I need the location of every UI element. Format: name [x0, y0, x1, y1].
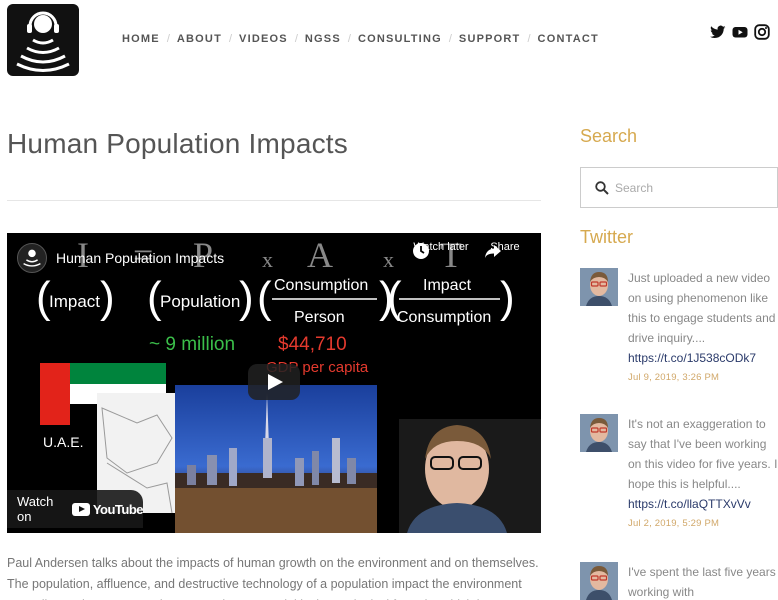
watch-on-label: Watch on — [17, 494, 54, 524]
tweet-date[interactable]: Jul 9, 2019, 3:26 PM — [628, 372, 778, 383]
nav-separator: / — [166, 33, 170, 45]
instagram-icon[interactable] — [754, 24, 770, 40]
nav-contact[interactable]: CONTACT — [538, 33, 599, 45]
tweet-link[interactable]: https://t.co/llaQTTXvVv — [628, 494, 778, 514]
nav-separator: / — [448, 33, 452, 45]
youtube-wordmark: YouTube — [92, 501, 144, 517]
eq-term-impact: Impact — [49, 292, 100, 311]
nav-separator: / — [347, 33, 351, 45]
nav-consulting[interactable]: CONSULTING — [358, 33, 442, 45]
watch-on-youtube-button[interactable]: Watch on YouTube — [7, 490, 144, 528]
tweet-body: I've spent the last five years working w… — [628, 562, 778, 600]
youtube-logo: YouTube — [71, 501, 144, 517]
channel-avatar[interactable] — [17, 243, 47, 273]
youtube-icon[interactable] — [732, 24, 748, 40]
nav-videos[interactable]: VIDEOS — [239, 33, 288, 45]
tweet-date[interactable]: Jul 2, 2019, 5:29 PM — [628, 518, 778, 529]
presenter-photo — [399, 419, 541, 533]
city-skyline-photo — [175, 385, 377, 533]
main-nav: HOME / ABOUT / VIDEOS / NGSS / CONSULTIN… — [122, 33, 599, 45]
page-title: Human Population Impacts — [7, 128, 348, 159]
eq-term-consumption-2: Consumption — [397, 309, 491, 326]
nav-support[interactable]: SUPPORT — [459, 33, 521, 45]
tweet-link[interactable]: https://t.co/1J538cODk7 — [628, 348, 778, 368]
clock-icon — [413, 243, 429, 259]
video-title[interactable]: Human Population Impacts — [56, 250, 224, 266]
tweet-text: Just uploaded a new video on using pheno… — [628, 271, 776, 345]
nav-separator: / — [228, 33, 233, 45]
search-icon — [595, 181, 609, 195]
share-button[interactable]: Share — [483, 241, 527, 258]
tweet-body: It's not an exaggeration to say that I'v… — [628, 414, 778, 529]
nav-separator: / — [527, 33, 531, 45]
twitter-icon[interactable] — [710, 24, 726, 40]
tweet-body: Just uploaded a new video on using pheno… — [628, 268, 778, 383]
page-description: Paul Andersen talks about the impacts of… — [7, 556, 539, 600]
country-label: U.A.E. — [43, 434, 83, 450]
avatar[interactable] — [580, 268, 618, 306]
gdp-value: $44,710 — [278, 334, 347, 355]
search-heading: Search — [580, 126, 638, 146]
population-value: ~ 9 million — [149, 334, 235, 355]
nav-home[interactable]: HOME — [122, 33, 160, 45]
social-links — [710, 24, 770, 40]
site-logo[interactable] — [7, 4, 79, 76]
watch-later-button[interactable]: Watch later — [411, 241, 471, 259]
eq-term-person: Person — [294, 309, 345, 326]
avatar[interactable] — [580, 414, 618, 452]
video-embed[interactable]: I = P x A x T ( Impact ) ( Population ) … — [7, 233, 541, 533]
search-input[interactable] — [615, 178, 765, 198]
share-icon — [485, 245, 501, 258]
headphones-logo-icon — [16, 11, 70, 72]
youtube-play-icon — [71, 502, 90, 516]
play-button[interactable] — [248, 364, 300, 400]
search-box — [580, 167, 778, 208]
tweet-text: I've spent the last five years working w… — [628, 565, 776, 599]
eq-term-population: Population — [160, 292, 240, 311]
tweet-text: It's not an exaggeration to say that I'v… — [628, 417, 778, 491]
twitter-heading: Twitter — [580, 227, 634, 247]
nav-separator: / — [294, 33, 298, 45]
nav-ngss[interactable]: NGSS — [305, 33, 341, 45]
nav-about[interactable]: ABOUT — [177, 33, 222, 45]
title-divider — [7, 200, 541, 201]
avatar[interactable] — [580, 562, 618, 600]
